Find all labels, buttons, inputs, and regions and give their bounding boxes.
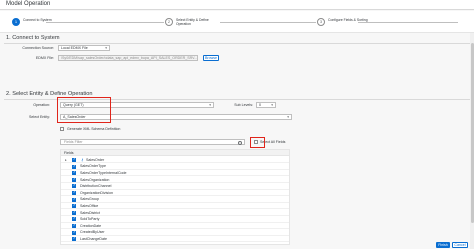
wizard-connector <box>46 22 164 23</box>
field-row[interactable]: SoldToParty <box>61 216 289 223</box>
field-row[interactable]: ⚷ ▸ SalesOrder <box>61 157 289 164</box>
wizard-step-2[interactable]: 2 <box>165 18 173 26</box>
wizard-step-2-label: Select Entity & Define Operation <box>176 18 209 26</box>
field-name: SalesOffice <box>80 203 99 208</box>
field-checkbox[interactable] <box>72 236 76 242</box>
wizard-step-1[interactable]: 1 <box>12 18 20 26</box>
field-name: OrganizationDivision <box>80 190 113 195</box>
sub-levels-label: Sub Levels: <box>234 103 253 107</box>
wizard-connector <box>358 22 458 23</box>
field-row[interactable]: SalesDistrict <box>61 210 289 217</box>
window-title: Model Operation <box>6 1 51 7</box>
field-row[interactable]: SalesOrderTypeInternalCode <box>61 170 289 177</box>
field-row[interactable]: OrganizationDivision <box>61 190 289 197</box>
field-checkbox[interactable] <box>72 170 76 176</box>
field-row[interactable]: CreationDate <box>61 223 289 230</box>
field-row[interactable]: CreatedByUser <box>61 230 289 236</box>
finish-button[interactable]: Finish <box>436 242 450 248</box>
chevron-down-icon: ▾ <box>105 46 107 50</box>
highlight-box <box>250 137 265 148</box>
field-row[interactable]: SalesOffice <box>61 203 289 210</box>
field-row[interactable]: LastChangeDate <box>61 236 289 243</box>
cancel-button[interactable]: Cancel <box>452 242 468 248</box>
operation-label: Operation: <box>33 103 50 107</box>
field-name: SalesDistrict <box>80 210 100 215</box>
edmx-file-label: EDMX File: <box>35 56 54 60</box>
edmx-file-value: /Sy0/EDM/sap_salesOrder/odata_sap_api_ed… <box>61 56 198 60</box>
field-checkbox[interactable] <box>72 230 76 235</box>
scrollbar-thumb[interactable] <box>470 43 474 223</box>
fields-tree: Fields ⚷▸SalesOrderSalesOrderTypeSalesOr… <box>60 149 290 245</box>
browse-button[interactable]: Browse <box>203 55 219 61</box>
tree-expander-icon[interactable]: ▸ <box>65 158 67 162</box>
field-name: SalesOrderType <box>80 164 106 169</box>
field-row[interactable]: DistributionChannel <box>61 183 289 190</box>
generate-xsd-checkbox[interactable] <box>60 127 64 131</box>
field-row[interactable]: SalesOrderType <box>61 164 289 170</box>
key-icon: ⚷ <box>81 157 84 162</box>
field-name: LastChangeDate <box>80 236 107 241</box>
field-row[interactable]: SalesOrganization <box>61 177 289 184</box>
field-checkbox[interactable] <box>72 190 76 195</box>
wizard-step-3[interactable]: 3 <box>317 18 325 26</box>
field-row[interactable]: SalesGroup <box>61 197 289 203</box>
field-name: CreationDate <box>80 223 102 228</box>
divider <box>4 43 470 44</box>
field-checkbox[interactable] <box>72 216 76 222</box>
wizard-steps: 1 Connect to System 2 Select Entity & De… <box>0 11 474 33</box>
highlight-box <box>57 97 111 123</box>
field-checkbox[interactable] <box>72 177 76 182</box>
sub-levels-value: 0 <box>259 103 261 107</box>
edmx-file-field[interactable]: /Sy0/EDM/sap_salesOrder/odata_sap_api_ed… <box>58 55 198 61</box>
field-name: CreatedByUser <box>80 230 105 235</box>
search-icon[interactable] <box>238 140 242 145</box>
select-entity-label: Select Entity: <box>29 115 50 119</box>
fields-header: Fields <box>61 150 289 156</box>
chevron-down-icon: ▾ <box>271 103 273 107</box>
fields-filter-input[interactable]: Fields Filter <box>60 139 245 145</box>
generate-xsd-label: Generate XML Schema Definition <box>67 127 121 131</box>
field-name: SalesOrganization <box>80 177 110 182</box>
fields-filter-placeholder: Fields Filter <box>64 140 83 144</box>
chevron-down-icon: ▾ <box>209 103 211 107</box>
section-connect-title: 1. Connect to System <box>6 35 60 41</box>
field-checkbox[interactable] <box>72 183 76 189</box>
model-operation-dialog: Model Operation 1 Connect to System 2 Se… <box>0 0 474 249</box>
field-checkbox[interactable] <box>72 164 76 169</box>
connection-source-label: Connection Source: <box>22 46 54 50</box>
field-checkbox[interactable] <box>72 157 76 162</box>
field-checkbox[interactable] <box>72 210 76 215</box>
sub-levels-select[interactable]: 0 ▾ <box>256 102 276 108</box>
chevron-down-icon: ▾ <box>287 115 289 119</box>
field-name: SoldToParty <box>80 217 100 222</box>
title-bar: Model Operation <box>0 0 474 10</box>
field-checkbox[interactable] <box>72 223 76 228</box>
wizard-connector <box>220 22 316 23</box>
field-name: SalesOrderTypeInternalCode <box>80 170 127 175</box>
field-name: SalesGroup <box>80 197 99 202</box>
connection-source-select[interactable]: Local EDMX File ▾ <box>58 45 110 51</box>
connection-source-value: Local EDMX File <box>61 46 88 50</box>
field-checkbox[interactable] <box>72 197 76 202</box>
field-name: DistributionChannel <box>80 184 112 189</box>
field-name: SalesOrder <box>86 157 105 162</box>
field-checkbox[interactable] <box>72 203 76 209</box>
scrollbar[interactable] <box>470 33 474 249</box>
